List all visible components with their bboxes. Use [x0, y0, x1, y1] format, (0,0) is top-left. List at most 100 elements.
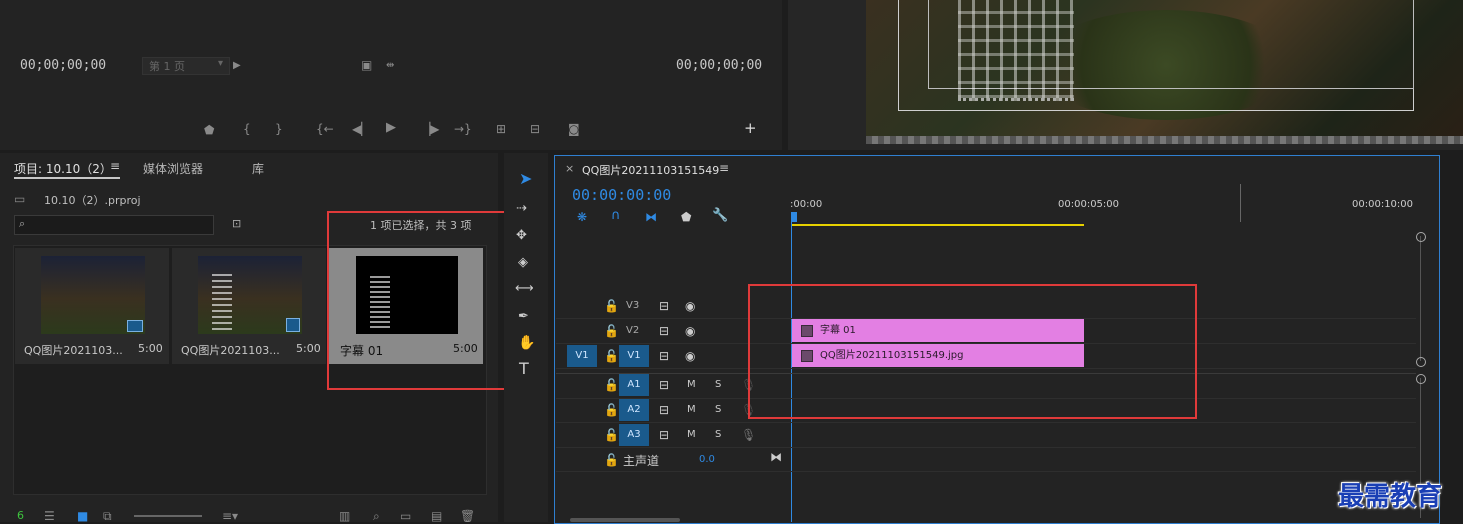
scroll-handle[interactable] [1416, 374, 1426, 384]
scroll-handle[interactable] [1416, 232, 1426, 242]
project-item[interactable]: QQ图片2021103... 5:00 [15, 248, 169, 364]
eye-icon[interactable]: ◉ [685, 350, 695, 362]
lock-icon[interactable]: 🔓 [604, 350, 619, 362]
step-back-icon[interactable]: ◀▏ [352, 123, 370, 135]
trash-icon[interactable]: 🗑 [460, 510, 475, 522]
work-area-bar[interactable] [792, 224, 1084, 226]
item-name: QQ图片2021103... [181, 344, 280, 357]
playhead-handle[interactable] [791, 212, 797, 222]
menu-icon[interactable]: ≡ [110, 159, 120, 173]
play-icon[interactable]: ▶ [386, 121, 396, 134]
selection-tool-icon[interactable]: ➤ [519, 171, 532, 187]
new-bin-icon[interactable]: ▭ [400, 510, 411, 522]
snap-icon[interactable]: ∩ [611, 209, 621, 222]
lock-icon[interactable]: 🔓 [604, 429, 619, 441]
camera-icon[interactable]: ◙ [568, 123, 580, 135]
track-select-tool-icon[interactable]: ⇢ [516, 202, 527, 215]
razor-tool-icon[interactable]: ◈ [518, 256, 528, 269]
settings-arrows-icon[interactable]: ⇹ [386, 60, 394, 72]
search-input[interactable]: ⌕ [14, 215, 214, 235]
track-target-a2[interactable]: A2 [619, 399, 649, 421]
tab-project[interactable]: 项目: 10.10（2） [14, 160, 112, 177]
master-volume-value[interactable]: 0.0 [699, 454, 715, 465]
play-small-icon[interactable]: ▶ [233, 60, 241, 72]
export-frame-icon[interactable]: ▣ [361, 59, 372, 71]
mute-button[interactable]: M [687, 429, 696, 440]
go-to-out-icon[interactable]: →} [454, 123, 472, 135]
track-row-a3 [556, 423, 1416, 448]
go-to-in-icon[interactable]: {← [316, 123, 334, 135]
scroll-handle[interactable] [1416, 357, 1426, 367]
type-tool-icon[interactable]: T [519, 361, 529, 377]
timeline-timecode[interactable]: 00:00:00:00 [572, 186, 671, 204]
icon-view-icon[interactable]: ■ [77, 510, 88, 522]
lock-icon[interactable]: 🔓 [604, 325, 619, 337]
mark-out-icon[interactable]: } [275, 123, 283, 135]
step-forward-icon[interactable]: ▕▶ [421, 123, 439, 135]
toggle-sync-icon[interactable]: ⊟ [659, 300, 669, 312]
add-button-icon[interactable]: + [744, 121, 757, 136]
master-track-label: 主声道 [623, 454, 660, 468]
hand-tool-icon[interactable]: ✋ [518, 336, 535, 350]
solo-button[interactable]: S [715, 404, 721, 415]
toggle-sync-icon[interactable]: ⊟ [659, 404, 669, 416]
program-preview-image [866, 0, 1463, 144]
ruler-tick [1240, 184, 1241, 222]
track-target-v1[interactable]: V1 [619, 345, 649, 367]
eye-icon[interactable]: ◉ [685, 325, 695, 337]
automate-icon[interactable]: ▥ [339, 510, 350, 522]
toggle-sync-icon[interactable]: ⊟ [659, 379, 669, 391]
sort-icon[interactable]: ≡▾ [222, 510, 238, 522]
microphone-icon[interactable]: 🎙 [741, 429, 756, 441]
close-sequence-icon[interactable]: × [565, 162, 574, 175]
solo-button[interactable]: S [715, 379, 721, 390]
track-label-v3[interactable]: V3 [626, 300, 639, 311]
slip-tool-icon[interactable]: ⟷ [515, 282, 534, 295]
lock-icon[interactable]: 🔓 [604, 404, 619, 416]
insert-icon[interactable]: ⊞ [496, 123, 506, 135]
nest-icon[interactable]: ❋ [577, 211, 587, 223]
track-label-v2[interactable]: V2 [626, 325, 639, 336]
vertical-scrollbar-video[interactable] [1420, 236, 1421, 361]
pen-tool-icon[interactable]: ✒ [518, 310, 529, 323]
solo-button[interactable]: S [715, 429, 721, 440]
mute-button[interactable]: M [687, 379, 696, 390]
toggle-sync-icon[interactable]: ⊟ [659, 429, 669, 441]
lock-icon[interactable]: 🔓 [604, 300, 619, 312]
lock-icon[interactable]: 🔓 [604, 379, 619, 391]
page-select-value: 第 1 页 [149, 60, 185, 73]
source-timecode-right[interactable]: 00;00;00;00 [676, 58, 762, 73]
horizontal-scrollbar[interactable] [570, 518, 680, 522]
toggle-sync-icon[interactable]: ⊟ [659, 350, 669, 362]
toggle-sync-icon[interactable]: ⊟ [659, 325, 669, 337]
marker-icon[interactable]: ⬟ [204, 124, 214, 136]
linked-selection-icon[interactable]: ⧓ [645, 211, 657, 223]
eye-icon[interactable]: ◉ [685, 300, 695, 312]
add-marker-icon[interactable]: ⬟ [681, 211, 691, 223]
tab-library[interactable]: 库 [252, 160, 264, 177]
mark-in-icon[interactable]: { [243, 123, 251, 135]
lock-icon[interactable]: 🔓 [604, 454, 619, 466]
tab-media-browser[interactable]: 媒体浏览器 [143, 160, 203, 177]
track-target-a3[interactable]: A3 [619, 424, 649, 446]
list-view-icon[interactable]: ☰ [44, 510, 55, 522]
ripple-edit-tool-icon[interactable]: ✥ [516, 229, 527, 242]
title-text-selection[interactable] [958, 0, 1074, 101]
zoom-slider[interactable] [134, 515, 202, 517]
sequence-menu-icon[interactable]: ≡ [719, 161, 729, 175]
new-search-bin-icon[interactable]: ⊡ [232, 217, 241, 230]
wrench-icon[interactable]: 🔧 [712, 209, 728, 222]
project-item[interactable]: QQ图片2021103... 5:00 [172, 248, 326, 364]
source-timecode-left[interactable]: 00;00;00;00 [20, 58, 106, 73]
source-patch-v1[interactable]: V1 [567, 345, 597, 367]
page-select[interactable]: 第 1 页 ▾ [142, 57, 230, 75]
freeform-view-icon[interactable]: ⧉ [103, 510, 112, 522]
find-icon[interactable]: ⌕ [373, 510, 380, 522]
source-patch-label: V1 [575, 350, 589, 361]
mute-button[interactable]: M [687, 404, 696, 415]
go-to-end-icon[interactable]: ⧓ [770, 451, 782, 463]
track-target-a1[interactable]: A1 [619, 374, 649, 396]
sequence-tab[interactable]: QQ图片20211103151549 [582, 162, 719, 178]
overwrite-icon[interactable]: ⊟ [530, 123, 540, 135]
new-item-icon[interactable]: ▤ [431, 510, 442, 522]
